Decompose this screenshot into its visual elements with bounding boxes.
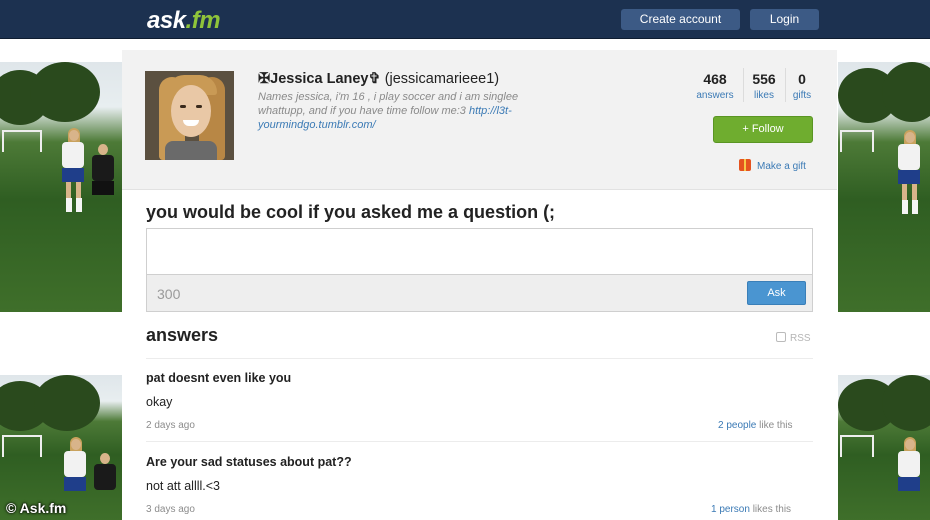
- rss-link[interactable]: RSS: [776, 332, 811, 344]
- divider: [146, 441, 813, 442]
- stat-gifts[interactable]: 0 gifts: [788, 71, 816, 101]
- top-navigation-bar: ask.fm Create account Login: [0, 0, 930, 39]
- rss-icon: [776, 332, 786, 342]
- profile-header: ✠Jessica Laney✞ (jessicamarieee1) Names …: [122, 50, 837, 190]
- answer-text: okay: [146, 395, 173, 409]
- answer-item: pat doesnt even like you okay 2 days ago…: [146, 371, 813, 434]
- avatar[interactable]: [145, 71, 234, 160]
- display-name: ✠Jessica Laney✞: [258, 71, 381, 87]
- profile-bio: Names jessica, i'm 16 , i play soccer an…: [258, 91, 519, 131]
- gift-icon: [739, 159, 751, 171]
- character-counter: 300: [157, 286, 181, 302]
- answer-likes: 2 people like this: [718, 420, 793, 431]
- make-a-gift-link[interactable]: Make a gift: [739, 159, 806, 172]
- answer-item: Are your sad statuses about pat?? not at…: [146, 455, 813, 518]
- stat-answers[interactable]: 468 answers: [690, 71, 740, 101]
- question-textarea[interactable]: [146, 228, 813, 274]
- askfm-logo[interactable]: ask.fm: [147, 7, 221, 35]
- ask-button[interactable]: Ask: [747, 281, 806, 305]
- likes-link[interactable]: 1 person: [711, 504, 750, 515]
- stat-divider: [743, 68, 744, 102]
- background-photo-tile: [838, 62, 930, 312]
- answer-timestamp[interactable]: 3 days ago: [146, 504, 195, 515]
- profile-page-panel: ✠Jessica Laney✞ (jessicamarieee1) Names …: [122, 50, 837, 520]
- likes-link[interactable]: 2 people: [718, 420, 756, 431]
- profile-name: ✠Jessica Laney✞ (jessicamarieee1): [258, 71, 499, 87]
- stat-divider: [785, 68, 786, 102]
- background-photo-tile: [838, 375, 930, 520]
- question-text: Are your sad statuses about pat??: [146, 455, 352, 469]
- login-button[interactable]: Login: [750, 9, 819, 30]
- create-account-button[interactable]: Create account: [621, 9, 740, 30]
- question-text: pat doesnt even like you: [146, 371, 292, 385]
- background-photo-tile: [0, 62, 122, 312]
- question-form-footer: 300 Ask: [146, 274, 813, 312]
- divider: [146, 358, 813, 359]
- background-photo-tile: [0, 375, 122, 520]
- username: (jessicamarieee1): [384, 71, 500, 87]
- copyright-watermark: © Ask.fm: [6, 500, 67, 516]
- stat-likes[interactable]: 556 likes: [746, 71, 782, 101]
- answer-text: not att allll.<3: [146, 479, 221, 493]
- answer-likes: 1 person likes this: [711, 504, 792, 515]
- answers-heading: answers: [146, 325, 219, 345]
- ask-prompt-heading: you would be cool if you asked me a ques…: [146, 202, 556, 222]
- follow-button[interactable]: + Follow: [713, 116, 813, 143]
- answer-timestamp[interactable]: 2 days ago: [146, 420, 195, 431]
